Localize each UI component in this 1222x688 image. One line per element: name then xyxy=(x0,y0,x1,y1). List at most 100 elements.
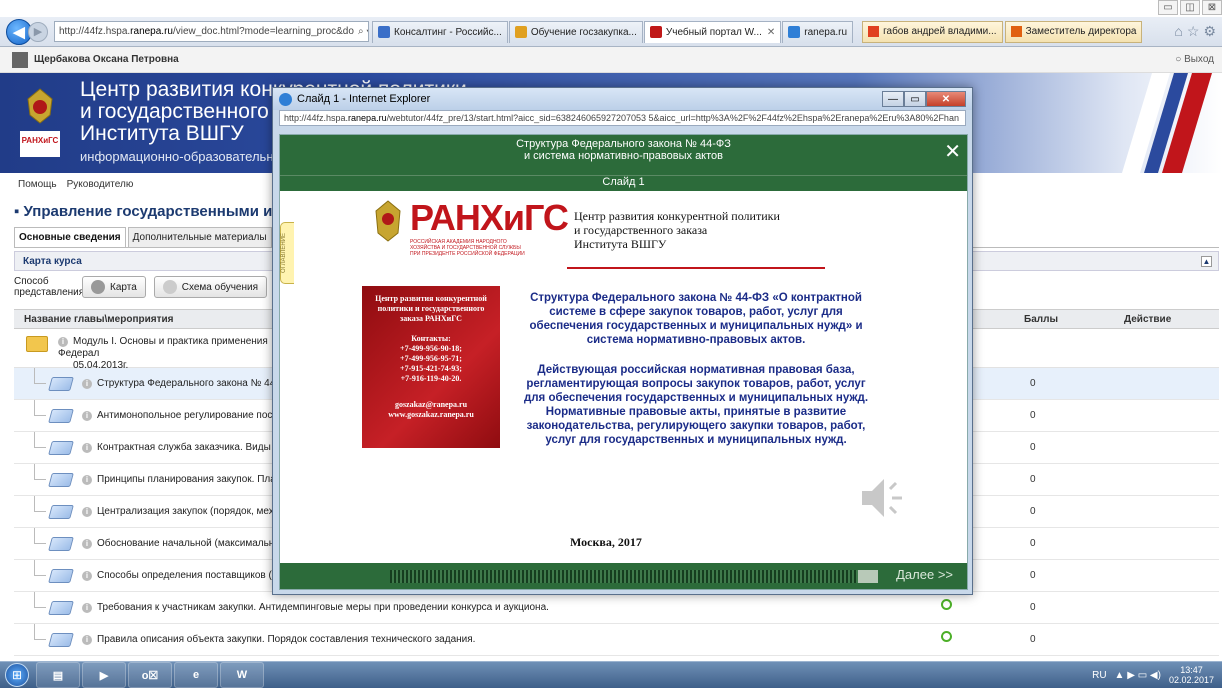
course-row[interactable]: i Правила описания объекта закупки. Поряд… xyxy=(14,624,1219,656)
clock[interactable]: 13:47 02.02.2017 xyxy=(1169,665,1214,685)
phone: +7-499-956-95-71; xyxy=(400,354,462,363)
address-bar[interactable]: http://44fz.hspa. ranepa.ru/view_doc.html… xyxy=(54,21,369,42)
info-icon: i xyxy=(82,635,92,645)
speaker-icon[interactable] xyxy=(858,473,908,523)
forward-button[interactable]: ▶ xyxy=(28,21,48,42)
row-title: Требования к участникам закупки. Антидем… xyxy=(97,602,549,613)
emblem-icon xyxy=(20,88,60,157)
row-score: 0 xyxy=(1030,602,1036,613)
slide-number: Слайд 1 xyxy=(280,175,967,191)
next-button[interactable]: Далее >> xyxy=(896,567,953,582)
lesson-book-icon xyxy=(48,505,74,519)
browser-tab-label: ranepa.ru xyxy=(804,26,848,38)
map-view-button[interactable]: Карта xyxy=(82,276,146,298)
close-button[interactable]: ⊠ xyxy=(1202,0,1222,15)
minimize-button[interactable]: ▭ xyxy=(1158,0,1178,15)
slide-paragraph-1: Структура Федерального закона № 44-ФЗ «О… xyxy=(529,292,863,346)
row-score: 0 xyxy=(1030,442,1036,453)
section-tab[interactable]: Дополнительные материалы xyxy=(127,227,272,247)
centre-title-line: и государственного заказа xyxy=(574,223,708,237)
info-icon: i xyxy=(82,571,92,581)
slide-body: Структура Федерального закона № 44-ФЗ и … xyxy=(279,134,968,590)
lesson-book-icon xyxy=(48,377,74,391)
phone: +7-499-956-90-18; xyxy=(400,344,462,353)
browser-tab[interactable]: Учебный портал W... ✕ xyxy=(643,20,782,43)
popup-maximize-button[interactable]: ▭ xyxy=(904,91,926,107)
logout-link[interactable]: ○ Выход xyxy=(1175,54,1214,65)
centre-title-line: Института ВШГУ xyxy=(574,237,667,251)
popup-title: Слайд 1 - Internet Explorer xyxy=(297,93,431,105)
phone: +7-916-119-40-20. xyxy=(400,374,462,383)
tray-icons[interactable]: ▲ ▶ ▭ ◀) xyxy=(1115,670,1161,681)
address-prefix: http://44fz.hspa. xyxy=(59,26,131,37)
section-tab[interactable]: Основные сведения xyxy=(14,227,126,247)
contact-box-title: Центр развития конкурентной политики и г… xyxy=(375,294,487,323)
home-icon[interactable]: ⌂ xyxy=(1174,23,1182,40)
slide-paragraph-2: Действующая российская нормативная право… xyxy=(523,364,869,446)
menu-item[interactable]: Руководителю xyxy=(67,179,134,190)
word-icon[interactable]: W xyxy=(220,662,264,688)
lesson-book-icon xyxy=(48,569,74,583)
favorite-link[interactable]: Заместитель директора xyxy=(1004,20,1143,43)
scheme-view-button[interactable]: Схема обучения xyxy=(153,276,268,298)
flag-stripes-icon xyxy=(1122,73,1212,173)
folder-icon xyxy=(26,336,48,352)
start-button[interactable]: ⊞ xyxy=(0,662,34,688)
favorite-icon xyxy=(1010,26,1022,37)
slide-progress-bar xyxy=(390,570,878,583)
popup-controls: — ▭ ✕ xyxy=(882,91,966,107)
popup-minimize-button[interactable]: — xyxy=(882,91,904,107)
row-score: 0 xyxy=(1030,538,1036,549)
page-title-text: Управление государственными и мун xyxy=(23,203,305,220)
outlook-icon[interactable]: o☒ xyxy=(128,662,172,688)
popup-titlebar: Слайд 1 - Internet Explorer — ▭ ✕ xyxy=(273,88,972,110)
tree-connector xyxy=(34,368,46,384)
browser-tab[interactable]: ranepa.ru xyxy=(782,20,854,43)
address-tools[interactable]: ⌕ ▾ ↻ xyxy=(354,26,368,37)
lesson-book-icon xyxy=(48,601,74,615)
tab-favicon-icon xyxy=(788,26,801,38)
scheme-view-label: Схема обучения xyxy=(181,281,259,293)
row-score: 0 xyxy=(1030,410,1036,421)
tree-connector xyxy=(34,400,46,416)
browser-tab[interactable]: Обучение госзакупка... xyxy=(508,20,643,43)
browser-tab-label: Учебный портал W... xyxy=(665,26,762,38)
clock-date: 02.02.2017 xyxy=(1168,675,1214,685)
tree-connector xyxy=(34,464,46,480)
system-tray: RU ▲ ▶ ▭ ◀) 13:47 02.02.2017 xyxy=(1092,665,1214,685)
media-player-icon[interactable]: ▶ xyxy=(82,662,126,688)
popup-address-rest: /webtutor/44fz_pre/13/start.html?aicc_si… xyxy=(386,113,959,123)
status-circle-icon xyxy=(941,599,952,610)
slide-close-icon[interactable]: ✕ xyxy=(944,142,961,162)
contact-email: goszakaz@ranepa.ru xyxy=(394,400,468,409)
browser-tab[interactable]: Консалтинг - Российс... xyxy=(372,20,508,43)
popup-address-host: ranepa.ru xyxy=(348,113,387,123)
toc-side-tab[interactable]: ОГЛАВЛЕНИЕ xyxy=(280,222,294,284)
favorites-star-icon[interactable]: ☆ xyxy=(1187,23,1200,40)
contact-box: Центр развития конкурентной политики и г… xyxy=(362,286,500,448)
internet-explorer-icon[interactable]: e xyxy=(174,662,218,688)
popup-address-bar[interactable]: http://44fz.hspa. ranepa.ru/webtutor/44fz… xyxy=(279,110,966,126)
slide-footer: Далее >> xyxy=(280,563,967,589)
explorer-icon[interactable]: ▤ xyxy=(36,662,80,688)
language-indicator[interactable]: RU xyxy=(1092,670,1106,681)
lesson-book-icon xyxy=(48,473,74,487)
scheme-icon xyxy=(162,280,177,294)
module-text: i Модуль I. Основы и практика применения … xyxy=(58,336,288,372)
collapse-icon[interactable]: ▲ xyxy=(1201,256,1212,267)
slide-progress-fill xyxy=(390,570,859,583)
info-icon: i xyxy=(82,379,92,389)
info-icon: i xyxy=(82,443,92,453)
course-row[interactable]: i Требования к участникам закупки. Антиде… xyxy=(14,592,1219,624)
popup-close-button[interactable]: ✕ xyxy=(926,91,966,107)
favorite-link[interactable]: габов андрей владими... xyxy=(862,20,1003,43)
map-icon xyxy=(91,280,105,294)
restore-button[interactable]: ◫ xyxy=(1180,0,1200,15)
settings-gear-icon[interactable]: ⚙ xyxy=(1203,23,1216,40)
windows-icon: ⊞ xyxy=(5,663,29,687)
tab-close-icon[interactable]: ✕ xyxy=(767,27,775,38)
slide-popup-window: Слайд 1 - Internet Explorer — ▭ ✕ http:/… xyxy=(272,87,973,595)
menu-item[interactable]: Помощь xyxy=(18,179,57,190)
row-score: 0 xyxy=(1030,378,1036,389)
row-score: 0 xyxy=(1030,570,1036,581)
